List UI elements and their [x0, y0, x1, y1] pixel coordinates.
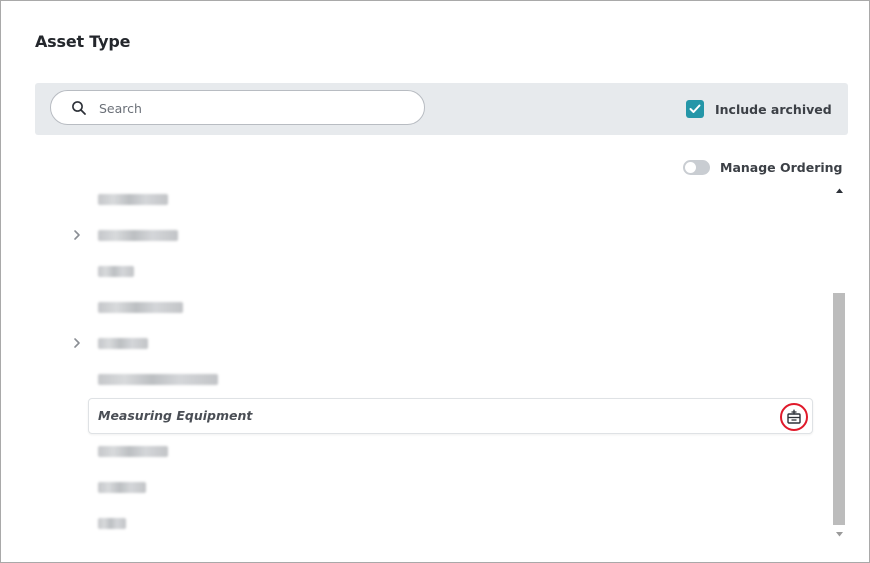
scrollbar-thumb[interactable] [833, 293, 845, 525]
list-item[interactable] [61, 469, 821, 505]
redacted-label [98, 194, 168, 205]
redacted-label [98, 374, 218, 385]
redacted-label [98, 446, 168, 457]
list-item[interactable] [61, 181, 821, 217]
redacted-label [98, 230, 178, 241]
manage-ordering-label: Manage Ordering [720, 159, 843, 175]
search-box[interactable] [50, 90, 425, 125]
check-icon [689, 104, 701, 113]
chevron-right-icon[interactable] [71, 229, 83, 241]
list-item-selected[interactable]: Measuring Equipment [88, 398, 813, 434]
manage-ordering-toggle[interactable]: Manage Ordering [683, 158, 843, 176]
search-icon [72, 101, 86, 115]
redacted-label [98, 338, 148, 349]
redacted-label [98, 266, 134, 277]
checkbox-checked[interactable] [686, 100, 704, 118]
include-archived-checkbox[interactable]: Include archived [686, 99, 832, 119]
archive-icon [787, 409, 801, 424]
scroll-up-arrow-icon[interactable] [835, 187, 844, 195]
redacted-label [98, 482, 146, 493]
include-archived-label: Include archived [715, 101, 832, 117]
list-item[interactable] [61, 361, 821, 397]
list-item[interactable] [61, 433, 821, 469]
chevron-right-icon[interactable] [71, 337, 83, 349]
list-item[interactable] [61, 505, 821, 541]
list-item[interactable] [61, 217, 821, 253]
archive-button[interactable] [780, 403, 808, 431]
asset-type-panel: Asset Type Include archived Manage Order… [0, 0, 870, 563]
list-item[interactable] [61, 289, 821, 325]
page-title: Asset Type [35, 32, 131, 51]
list-scrollbar[interactable] [832, 183, 847, 543]
filter-toolbar: Include archived [35, 83, 848, 135]
toggle-switch[interactable] [683, 159, 710, 175]
list-item-label: Measuring Equipment [98, 408, 253, 423]
toggle-knob [685, 161, 696, 173]
redacted-label [98, 302, 183, 313]
search-input[interactable] [99, 98, 399, 118]
list-item[interactable] [61, 325, 821, 361]
asset-type-list: Measuring Equipment [61, 181, 831, 543]
list-item[interactable] [61, 253, 821, 289]
redacted-label [98, 518, 126, 529]
scroll-down-arrow-icon[interactable] [835, 530, 844, 538]
